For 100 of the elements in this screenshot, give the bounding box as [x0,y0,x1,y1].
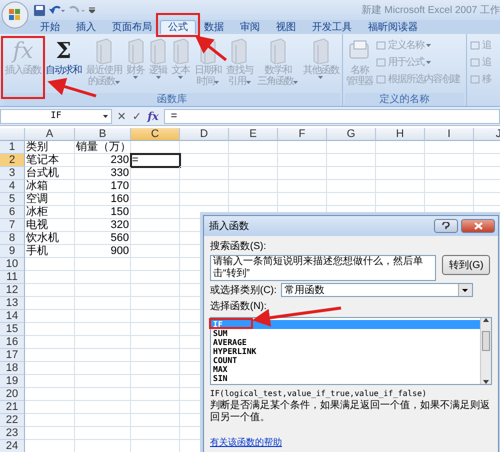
table-cell [180,180,229,193]
customize-icon[interactable] [89,7,95,13]
table-cell: 空调 [25,193,75,206]
column-header[interactable]: E [229,128,278,141]
ribbon-tab[interactable]: 公式 [160,20,196,34]
ribbon-button[interactable]: Σ 自动求和 [44,36,83,93]
table-cell [425,167,474,180]
column-header[interactable]: F [278,128,327,141]
function-item[interactable]: HYPERLINK [211,347,480,356]
caret-icon [462,288,468,292]
row-header[interactable]: 15 [0,323,25,336]
category-dropdown[interactable]: 常用函数 [280,283,473,297]
row-header[interactable]: 3 [0,167,25,180]
arrow [194,35,227,62]
insert-function-button[interactable]: fx [146,110,160,122]
help-icon [442,222,450,230]
table-cell: 160 [75,193,131,206]
ribbon-tab[interactable]: 插入 [68,20,104,34]
help-link[interactable]: 有关该函数的帮助 [210,436,282,449]
caret-icon [214,81,220,84]
row-header[interactable]: 5 [0,193,25,206]
book-icon [95,38,114,64]
cancel-button[interactable]: ✕ [116,110,128,122]
column-header[interactable]: H [376,128,425,141]
row-header[interactable]: 1 [0,141,25,154]
table-cell [278,154,327,167]
column-header[interactable]: B [75,128,131,141]
column-header[interactable]: A [25,128,75,141]
function-item[interactable]: SUM [211,329,480,338]
scrollbar[interactable] [480,318,491,384]
row-header[interactable]: 4 [0,180,25,193]
function-item[interactable]: MAX [211,365,480,374]
table-cell: 饮水机 [25,232,75,245]
table-cell [75,427,131,440]
table-cell: 150 [75,206,131,219]
row-header[interactable]: 18 [0,362,25,375]
row-header[interactable]: 20 [0,388,25,401]
table-cell [25,414,75,427]
go-button[interactable]: 转到(G) [442,255,490,275]
ribbon-tab[interactable]: 开始 [32,20,68,34]
table-cell [229,167,278,180]
table-cell [425,180,474,193]
row-header[interactable]: 24 [0,440,25,452]
caret-icon [246,81,251,84]
table-cell [75,271,131,284]
row-header[interactable]: 19 [0,375,25,388]
table-cell [376,141,425,154]
column-header[interactable]: I [425,128,474,141]
table-cell [278,141,327,154]
row-header[interactable]: 2 [0,154,25,167]
row-header[interactable]: 8 [0,232,25,245]
search-label: 搜索函数(S): [210,240,268,253]
table-cell [229,154,278,167]
row-header[interactable]: 16 [0,336,25,349]
table-cell: 330 [75,167,131,180]
ribbon-tab[interactable]: 视图 [268,20,304,34]
scroll-thumb[interactable] [482,331,490,351]
column-header[interactable]: D [180,128,229,141]
save-icon[interactable] [34,4,45,16]
function-item[interactable]: COUNT [211,356,480,365]
close-button[interactable] [461,219,495,233]
group-label: 定义的名称 [345,93,464,106]
name-box[interactable]: IF [0,108,112,124]
ribbon-tab[interactable]: 页面布局 [104,20,160,34]
row-header[interactable]: 7 [0,219,25,232]
row-header[interactable]: 13 [0,297,25,310]
row-header[interactable]: 10 [0,258,25,271]
undo-icon[interactable] [49,4,65,16]
row-header[interactable]: 17 [0,349,25,362]
ribbon-tab[interactable]: 数据 [196,20,232,34]
ribbon-tab[interactable]: 开发工具 [304,20,360,34]
enter-button[interactable]: ✓ [131,110,142,122]
table-cell [25,388,75,401]
help-button[interactable] [434,219,458,233]
row-header[interactable]: 9 [0,245,25,258]
row-header[interactable]: 6 [0,206,25,219]
formula-field[interactable]: = [164,108,500,124]
ribbon-tab[interactable]: 福昕阅读器 [360,20,426,34]
ribbon-tab[interactable]: 审阅 [232,20,268,34]
table-cell [25,310,75,323]
row-header[interactable]: 21 [0,401,25,414]
scroll-up-icon[interactable] [483,318,489,322]
scroll-down-icon[interactable] [483,380,489,384]
table-cell [327,180,376,193]
row-header[interactable]: 14 [0,310,25,323]
column-header[interactable]: C [131,128,180,141]
window-title: 新建 Microsoft Excel 2007 工作 [362,4,500,17]
row-header[interactable]: 12 [0,284,25,297]
function-item[interactable]: SIN [211,374,480,383]
table-cell [25,297,75,310]
table-cell [25,362,75,375]
function-item[interactable]: AVERAGE [211,338,480,347]
row-header[interactable]: 11 [0,271,25,284]
row-header[interactable]: 23 [0,427,25,440]
table-cell: 560 [75,232,131,245]
search-field[interactable]: 请输入一条简短说明来描述您想做什么，然后单击“转到” [210,255,436,281]
table-cell [229,180,278,193]
row-header[interactable]: 22 [0,414,25,427]
table-cell [180,141,229,154]
column-header[interactable]: G [327,128,376,141]
